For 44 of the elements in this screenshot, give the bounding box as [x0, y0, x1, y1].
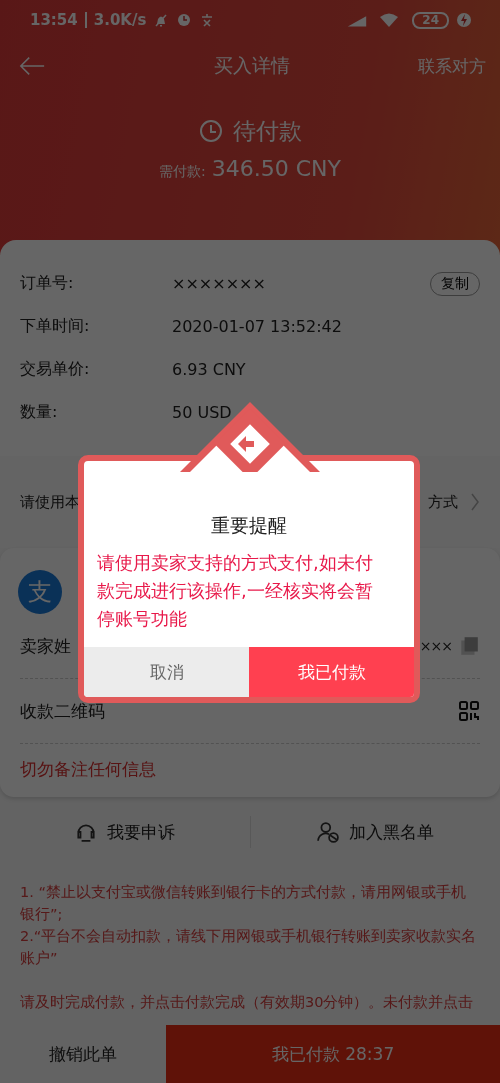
dialog-message: 请使用卖家支持的方式支付,如未付款完成进行该操作,一经核实将会暂停账号功能 — [96, 551, 374, 631]
cancel-button[interactable]: 取消 — [84, 647, 249, 697]
field-label: 订单号: — [20, 273, 75, 294]
alipay-icon: 支 — [18, 570, 62, 614]
field-label: 下单时间: — [20, 316, 91, 337]
chevron-right-icon[interactable] — [470, 492, 480, 512]
field-label: 卖家姓 — [20, 634, 71, 658]
amount-label: 需付款: — [159, 163, 206, 181]
field-value: 6.93 CNY — [172, 360, 247, 379]
qr-code-icon[interactable] — [458, 700, 480, 722]
appeal-button[interactable]: 我要申诉 — [0, 820, 250, 844]
field-label: 交易单价: — [20, 359, 91, 380]
contact-link[interactable]: 联系对方 — [418, 54, 486, 78]
clock-icon — [198, 119, 223, 143]
payment-method-value[interactable]: 方式 — [428, 492, 458, 512]
payment-method-label: 请使用本 — [20, 492, 80, 512]
field-value: ××× — [419, 638, 452, 654]
field-value: ××××××× — [172, 274, 267, 293]
clock-icon — [176, 12, 193, 28]
amount-value: 346.50 CNY — [211, 156, 341, 181]
field-label: 数量: — [20, 402, 59, 423]
blacklist-button[interactable]: 加入黑名单 — [250, 820, 500, 844]
page-title: 买入详情 — [214, 53, 290, 78]
notice-text: 请及时完成付款，并点击付款完成（有效期30分钟）。未付款并点击 — [20, 993, 475, 1012]
status-time: 13:54 — [30, 11, 78, 29]
back-icon[interactable] — [18, 55, 46, 77]
field-label: 收款二维码 — [20, 699, 105, 723]
copy-icon[interactable] — [458, 635, 480, 657]
network-speed: 3.0K/s — [93, 11, 147, 29]
dialog-title: 重要提醒 — [210, 513, 288, 538]
paid-button[interactable]: 我已付款 28:37 — [166, 1025, 500, 1083]
order-status: 待付款 — [232, 116, 302, 146]
user-blocked-icon — [316, 821, 339, 843]
warning-text: 切勿备注任何信息 — [20, 758, 157, 781]
note-text: 2.“平台不会自动扣款，请线下用网银或手机银行转账到卖家收款实名账户” — [20, 927, 478, 968]
field-value: 2020-01-07 13:52:42 — [172, 317, 343, 336]
battery-indicator: 24 — [412, 11, 449, 29]
wifi-icon — [378, 13, 401, 27]
note-text: 1. “禁止以支付宝或微信转账到银行卡的方式付款，请用网银或手机银行”; — [20, 883, 467, 924]
confirm-button[interactable]: 我已付款 — [249, 647, 414, 697]
copy-button[interactable]: 复制 — [430, 271, 480, 296]
charging-icon — [456, 12, 472, 28]
field-value: 50 USD — [172, 403, 233, 422]
muted-bell-icon — [153, 12, 170, 28]
